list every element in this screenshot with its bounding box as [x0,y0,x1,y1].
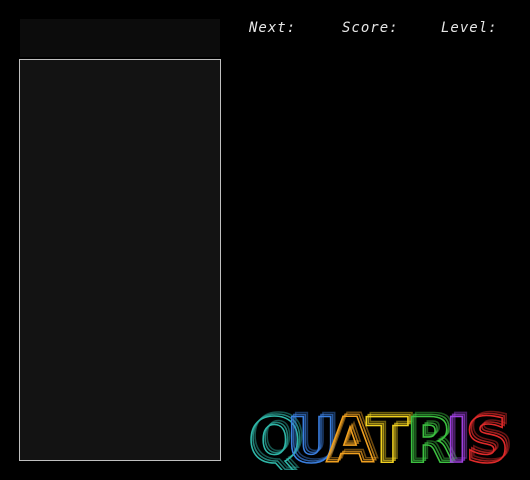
next-label: Next: [249,20,297,36]
logo-letters: QQQUUUAAATTT RRRIII SSS [247,402,512,470]
quatris-logo: QQQUUUAAATTT RRRIII SSS [247,402,512,470]
score-label: Score: [342,20,399,36]
game-board[interactable] [19,59,221,461]
logo-letter-s: SSS [464,402,512,470]
level-label: Level: [441,20,498,36]
svg-text:S: S [465,404,510,470]
preview-strip [20,19,220,57]
svg-text:T: T [366,404,408,470]
